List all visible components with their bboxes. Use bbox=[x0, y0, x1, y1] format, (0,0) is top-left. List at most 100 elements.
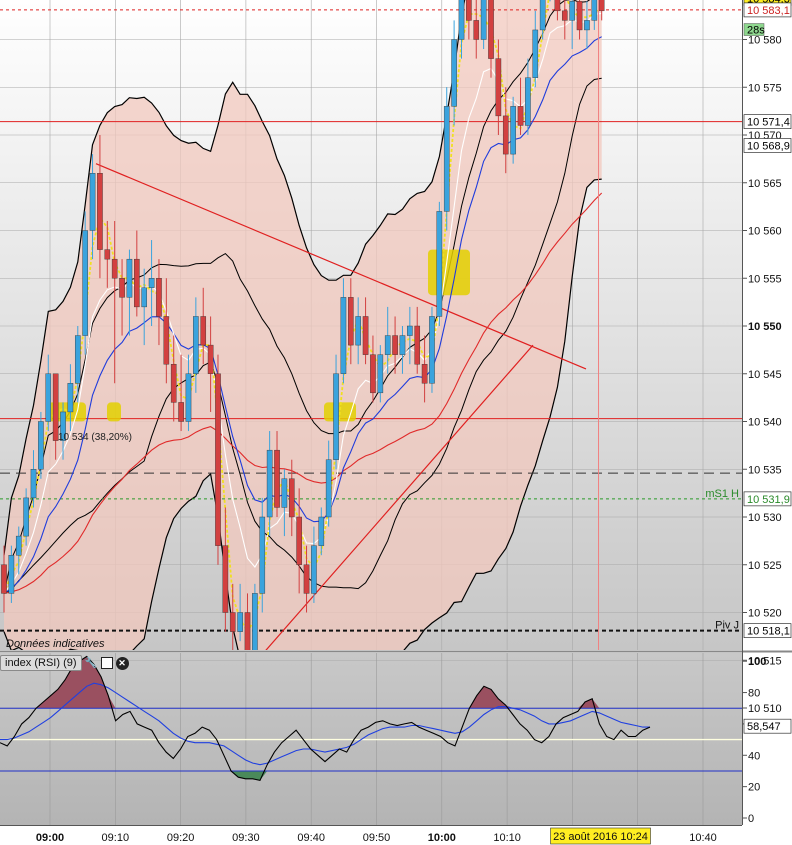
candle-body bbox=[1, 564, 7, 594]
candle-body bbox=[517, 106, 524, 126]
candle-body bbox=[318, 516, 325, 546]
time-tick-label: 09:40 bbox=[297, 832, 325, 844]
rsi-tick-label: 80 bbox=[748, 688, 760, 700]
candle-body bbox=[532, 29, 539, 78]
price-tick-label: 10 565 bbox=[748, 178, 782, 190]
candle-body bbox=[348, 297, 354, 346]
candle-body bbox=[296, 516, 302, 565]
candle-body bbox=[554, 0, 561, 12]
candle-body bbox=[215, 373, 221, 546]
candle-body bbox=[274, 449, 280, 508]
candle-body bbox=[134, 258, 140, 308]
candle-body bbox=[148, 278, 155, 289]
chart-svg: 23 août 2016 10:24 10 51010 51510 52010 … bbox=[0, 0, 792, 845]
rsi-tick-label: 100 bbox=[748, 656, 766, 668]
rsi-tick-label: 20 bbox=[748, 782, 760, 794]
price-tag-label: 10 571,4 bbox=[747, 117, 790, 129]
candle-body bbox=[15, 535, 22, 556]
candle-body bbox=[480, 0, 487, 40]
candle-body bbox=[185, 373, 192, 422]
candle-body bbox=[539, 0, 546, 31]
candle-body bbox=[229, 612, 236, 632]
time-tick-label: 09:10 bbox=[102, 832, 130, 844]
wrench-icon[interactable]: 🔧 bbox=[85, 657, 98, 670]
rsi-value-tag-label: 58,547 bbox=[747, 721, 781, 733]
candle-body bbox=[111, 258, 118, 279]
candle-body bbox=[222, 545, 229, 613]
candle-body bbox=[407, 325, 413, 336]
candle-body bbox=[200, 316, 207, 346]
candle-body bbox=[458, 0, 465, 40]
highlight-zone bbox=[107, 402, 121, 422]
price-tag-label: 10 531,9 bbox=[747, 494, 790, 506]
candle-body bbox=[170, 364, 177, 403]
time-tick-label: 09:00 bbox=[36, 832, 64, 844]
candle-body bbox=[421, 364, 428, 384]
price-tick-label: 10 555 bbox=[748, 273, 782, 285]
rsi-title[interactable]: index (RSI) (9) bbox=[0, 655, 82, 671]
rsi-tick-label: 0 bbox=[748, 813, 754, 825]
disclaimer-text: Données indicatives bbox=[6, 638, 105, 650]
candle-body bbox=[377, 354, 384, 394]
candle-body bbox=[119, 278, 125, 298]
crosshair-time-label: 23 août 2016 10:24 bbox=[553, 831, 648, 843]
level-label: Piv J bbox=[715, 620, 739, 632]
candle-body bbox=[259, 516, 266, 594]
candle-body bbox=[598, 0, 605, 12]
candle-body bbox=[311, 545, 317, 594]
candle-body bbox=[591, 0, 598, 21]
price-tick-label: 10 575 bbox=[748, 82, 782, 94]
candle-body bbox=[569, 1, 575, 21]
candle-body bbox=[325, 459, 332, 518]
candle-body bbox=[436, 211, 443, 317]
rsi-axis-background bbox=[742, 653, 792, 825]
close-icon[interactable]: ✕ bbox=[115, 656, 129, 670]
candle-body bbox=[82, 230, 88, 336]
fibo-annotation: 10 534 (38,20%) bbox=[58, 432, 132, 443]
candle-body bbox=[303, 564, 310, 594]
candle-body bbox=[266, 449, 273, 518]
window-icon[interactable] bbox=[100, 657, 113, 669]
time-tick-label: 09:30 bbox=[232, 832, 260, 844]
candle-body bbox=[561, 10, 568, 21]
candle-body bbox=[414, 325, 421, 365]
time-tick-label: 10:00 bbox=[428, 832, 456, 844]
price-tick-label: 10 535 bbox=[748, 464, 782, 476]
candle-body bbox=[126, 258, 133, 298]
price-tag-label: 10 568,9 bbox=[747, 141, 790, 153]
highlight-zone bbox=[428, 249, 470, 296]
candle-body bbox=[141, 287, 147, 308]
candle-body bbox=[23, 497, 29, 537]
candle-body bbox=[340, 297, 347, 374]
price-tick-label: 10 545 bbox=[748, 369, 782, 381]
price-tag-label: 10 518,1 bbox=[747, 626, 790, 638]
candle-body bbox=[97, 172, 103, 250]
candle-body bbox=[466, 0, 472, 21]
candle-body bbox=[355, 316, 361, 346]
candle-body bbox=[67, 383, 74, 413]
candle-body bbox=[104, 249, 111, 260]
price-tick-label: 10 560 bbox=[748, 226, 782, 238]
candle-body bbox=[429, 316, 435, 384]
time-tick-label: 09:50 bbox=[363, 832, 391, 844]
candle-body bbox=[8, 555, 15, 594]
candle-body bbox=[52, 373, 59, 441]
candle-body bbox=[74, 335, 81, 384]
candle-body bbox=[252, 593, 258, 650]
candle-body bbox=[163, 316, 170, 365]
candle-body bbox=[333, 373, 339, 460]
time-tick-label: 10:10 bbox=[493, 832, 521, 844]
price-tick-label: 10 550 bbox=[748, 321, 782, 333]
time-tick-label: 09:20 bbox=[167, 832, 195, 844]
candle-body bbox=[288, 478, 295, 518]
candle-body bbox=[495, 58, 502, 117]
candle-body bbox=[443, 106, 450, 212]
candle-body bbox=[362, 316, 369, 355]
candle-body bbox=[525, 77, 531, 126]
candle-body bbox=[45, 373, 52, 422]
candle-body bbox=[89, 172, 96, 231]
candle-body bbox=[30, 469, 37, 499]
level-label: mS1 H bbox=[705, 488, 739, 500]
rsi-indicator-bar: index (RSI) (9) 🔧 ✕ bbox=[0, 653, 129, 673]
candle-body bbox=[237, 612, 243, 632]
